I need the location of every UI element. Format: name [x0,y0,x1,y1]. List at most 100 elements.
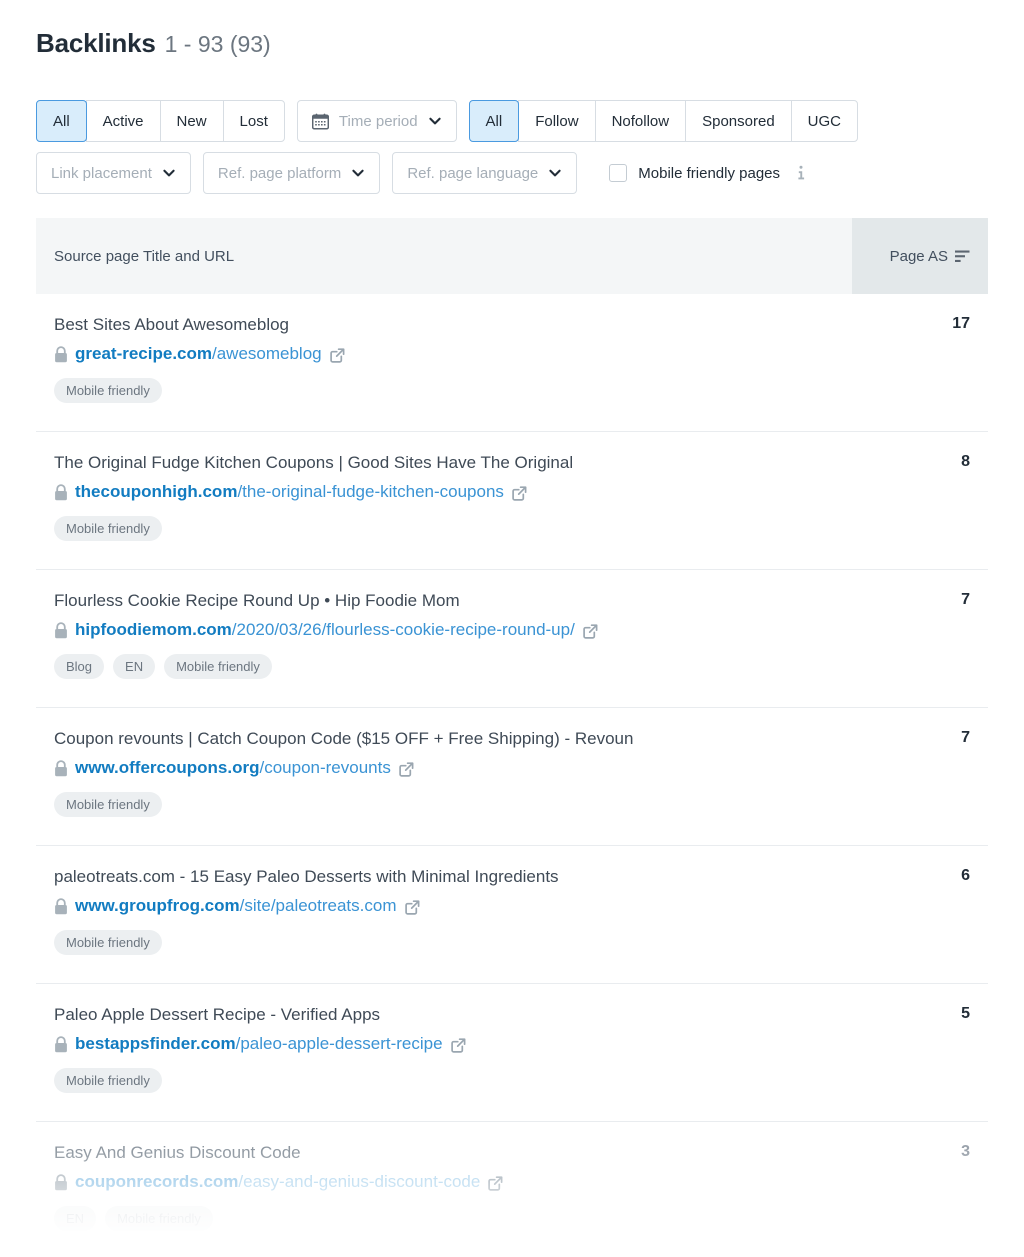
url-domain: www.offercoupons.org [75,758,259,777]
url-path: /coupon-revounts [259,758,390,777]
info-icon[interactable] [794,165,808,181]
status-filter-all[interactable]: All [36,100,87,142]
calendar-icon [312,113,329,130]
source-page-link[interactable]: great-recipe.com/awesomeblog [75,343,322,365]
table-row: Coupon revounts | Catch Coupon Code ($15… [36,708,988,846]
external-link-icon[interactable] [583,623,598,638]
filter-row-secondary: Link placement Ref. page platform Ref. p… [36,152,808,194]
page-as-value: 5 [852,1004,988,1121]
url-path: /awesomeblog [212,344,322,363]
follow-filter-sponsored[interactable]: Sponsored [685,100,791,142]
table-row: Flourless Cookie Recipe Round Up • Hip F… [36,570,988,708]
page-title-text: Backlinks [36,28,156,59]
column-header-page-as[interactable]: Page AS [852,218,988,294]
lock-icon [54,760,68,777]
badge-mobile-friendly: Mobile friendly [105,1206,213,1231]
lock-icon [54,1174,68,1191]
source-page-url[interactable]: thecouponhigh.com/the-original-fudge-kit… [54,481,842,503]
source-page-url[interactable]: couponrecords.com/easy-and-genius-discou… [54,1171,842,1193]
table-row: Easy And Genius Discount Code couponrecor… [36,1122,988,1257]
row-badges: Mobile friendly [54,1068,842,1093]
source-page-url[interactable]: bestappsfinder.com/paleo-apple-dessert-r… [54,1033,842,1055]
sort-descending-icon [955,250,970,263]
page-as-value: 7 [852,590,988,707]
badge-en: EN [113,654,155,679]
status-filter-new[interactable]: New [160,100,223,142]
lock-icon [54,484,68,501]
ref-page-language-dropdown[interactable]: Ref. page language [392,152,577,194]
status-filter-lost[interactable]: Lost [223,100,285,142]
url-domain: bestappsfinder.com [75,1034,236,1053]
time-period-dropdown[interactable]: Time period [297,100,457,142]
status-filter-group: AllActiveNewLost [36,100,285,142]
source-page-url[interactable]: great-recipe.com/awesomeblog [54,343,842,365]
external-link-icon[interactable] [330,347,345,362]
source-page-title: The Original Fudge Kitchen Coupons | Goo… [54,452,842,473]
source-page-link[interactable]: www.groupfrog.com/site/paleotreats.com [75,895,397,917]
source-page-link[interactable]: couponrecords.com/easy-and-genius-discou… [75,1171,480,1193]
row-source-cell: Flourless Cookie Recipe Round Up • Hip F… [36,590,852,707]
external-link-icon[interactable] [512,485,527,500]
filter-row-primary: AllActiveNewLost Time period [36,100,858,142]
table-row: paleotreats.com - 15 Easy Paleo Desserts… [36,846,988,984]
table-header-row: Source page Title and URL Page AS [36,218,988,294]
source-page-url[interactable]: www.groupfrog.com/site/paleotreats.com [54,895,842,917]
ref-page-language-label: Ref. page language [407,165,538,182]
table-row: Paleo Apple Dessert Recipe - Verified Ap… [36,984,988,1122]
source-page-title: Paleo Apple Dessert Recipe - Verified Ap… [54,1004,842,1025]
url-domain: www.groupfrog.com [75,896,240,915]
source-page-url[interactable]: hipfoodiemom.com/2020/03/26/flourless-co… [54,619,842,641]
external-link-icon[interactable] [451,1037,466,1052]
follow-filter-all[interactable]: All [469,100,520,142]
column-header-source-page[interactable]: Source page Title and URL [36,218,852,294]
source-page-link[interactable]: thecouponhigh.com/the-original-fudge-kit… [75,481,504,503]
column-header-page-as-label: Page AS [890,248,948,265]
source-page-title: Best Sites About Awesomeblog [54,314,842,335]
page-as-value: 6 [852,866,988,983]
chevron-down-icon [428,114,442,128]
follow-filter-nofollow[interactable]: Nofollow [595,100,686,142]
page-as-value: 3 [852,1142,988,1257]
link-placement-dropdown[interactable]: Link placement [36,152,191,194]
follow-filter-group: AllFollowNofollowSponsoredUGC [469,100,858,142]
follow-filter-ugc[interactable]: UGC [791,100,858,142]
ref-page-platform-dropdown[interactable]: Ref. page platform [203,152,380,194]
row-badges: Mobile friendly [54,792,842,817]
external-link-icon[interactable] [405,899,420,914]
row-source-cell: Paleo Apple Dessert Recipe - Verified Ap… [36,1004,852,1121]
page-title: Backlinks 1 - 93 (93) [36,28,271,59]
table-row: The Original Fudge Kitchen Coupons | Goo… [36,432,988,570]
lock-icon [54,622,68,639]
mobile-friendly-pages-checkbox[interactable]: Mobile friendly pages [609,152,808,194]
chevron-down-icon [351,166,365,180]
source-page-title: Flourless Cookie Recipe Round Up • Hip F… [54,590,842,611]
follow-filter-follow[interactable]: Follow [518,100,594,142]
lock-icon [54,898,68,915]
backlinks-page: Backlinks 1 - 93 (93) AllActiveNewLost [0,0,1024,1257]
url-domain: great-recipe.com [75,344,212,363]
badge-mobile-friendly: Mobile friendly [54,792,162,817]
badge-mobile-friendly: Mobile friendly [54,378,162,403]
row-source-cell: paleotreats.com - 15 Easy Paleo Desserts… [36,866,852,983]
source-page-url[interactable]: www.offercoupons.org/coupon-revounts [54,757,842,779]
row-badges: BlogENMobile friendly [54,654,842,679]
status-filter-active[interactable]: Active [86,100,160,142]
source-page-title: Easy And Genius Discount Code [54,1142,842,1163]
row-badges: Mobile friendly [54,930,842,955]
badge-mobile-friendly: Mobile friendly [54,930,162,955]
external-link-icon[interactable] [488,1175,503,1190]
chevron-down-icon [162,166,176,180]
ref-page-platform-label: Ref. page platform [218,165,341,182]
page-as-value: 17 [852,314,988,431]
source-page-link[interactable]: www.offercoupons.org/coupon-revounts [75,757,391,779]
row-source-cell: The Original Fudge Kitchen Coupons | Goo… [36,452,852,569]
url-path: /2020/03/26/flourless-cookie-recipe-roun… [232,620,575,639]
link-placement-label: Link placement [51,165,152,182]
source-page-link[interactable]: bestappsfinder.com/paleo-apple-dessert-r… [75,1033,443,1055]
lock-icon [54,346,68,363]
url-path: /the-original-fudge-kitchen-coupons [237,482,504,501]
external-link-icon[interactable] [399,761,414,776]
checkbox-box[interactable] [609,164,627,182]
badge-mobile-friendly: Mobile friendly [164,654,272,679]
source-page-link[interactable]: hipfoodiemom.com/2020/03/26/flourless-co… [75,619,575,641]
